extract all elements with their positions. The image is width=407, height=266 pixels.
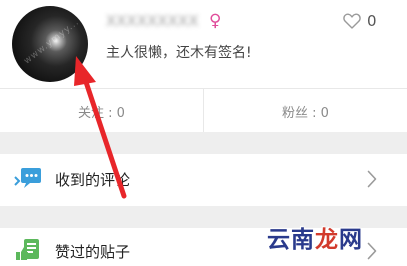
liked-document-icon — [14, 238, 42, 266]
menu-item-label: 赞过的贴子 — [55, 243, 131, 261]
menu-item-label: 收到的评论 — [55, 171, 131, 189]
menu-item-liked-posts[interactable]: 赞过的贴子 — [0, 228, 407, 261]
heart-outline-icon — [343, 13, 361, 29]
chevron-right-icon — [367, 170, 377, 192]
like-count: 0 — [367, 12, 377, 30]
like-button[interactable]: 0 — [343, 10, 377, 32]
female-gender-icon: ♀ — [209, 11, 222, 31]
avatar[interactable]: www.ymyy... — [12, 6, 88, 82]
section-separator — [0, 132, 407, 154]
comment-bubble-icon — [14, 167, 42, 195]
stats-row: 关注 : 0 粉丝 : 0 — [0, 88, 407, 133]
section-separator — [0, 206, 407, 228]
menu-item-received-comments[interactable]: 收到的评论 — [0, 154, 407, 206]
username: XXXXXXXXX — [106, 12, 199, 30]
profile-header: www.ymyy... XXXXXXXXX ♀ 0 主人很懒，还木有签名! — [0, 0, 407, 88]
signature: 主人很懒，还木有签名! — [106, 45, 252, 61]
followers-count[interactable]: 粉丝 : 0 — [204, 102, 407, 121]
following-count[interactable]: 关注 : 0 — [0, 102, 203, 121]
avatar-watermark: www.ymyy... — [22, 17, 82, 67]
